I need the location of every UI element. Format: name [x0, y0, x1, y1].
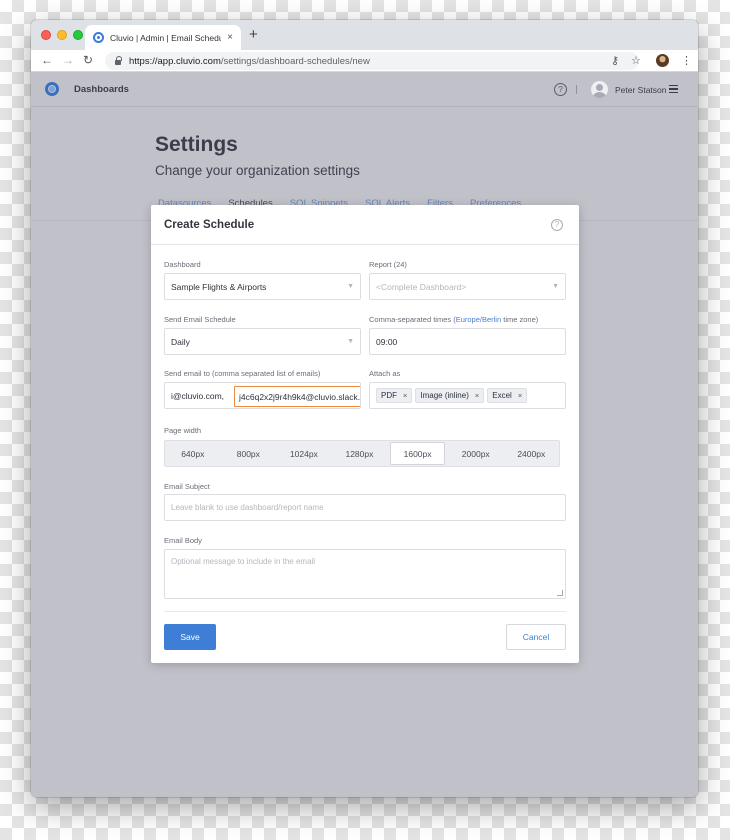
cluvio-logo-icon[interactable]: [45, 82, 59, 96]
key-icon[interactable]: ⚷: [611, 53, 619, 69]
modal-help-icon[interactable]: ?: [551, 219, 563, 231]
page-subtitle: Change your organization settings: [155, 163, 360, 178]
attach-chip-excel: Excel ×: [487, 388, 528, 403]
page-width-option-640[interactable]: 640px: [165, 441, 221, 466]
window-controls: [41, 30, 83, 40]
email-body-textarea[interactable]: Optional message to include in the email: [164, 549, 566, 599]
resize-handle-icon[interactable]: [557, 590, 563, 596]
report-label: Report (24): [369, 260, 407, 269]
user-name[interactable]: Peter Statson: [615, 85, 667, 95]
lock-icon: [115, 56, 122, 65]
remove-chip-icon[interactable]: ×: [518, 391, 522, 400]
email-body-label: Email Body: [164, 536, 202, 545]
page-width-option-1600[interactable]: 1600px: [390, 442, 445, 465]
remove-chip-icon[interactable]: ×: [475, 391, 479, 400]
email-subject-placeholder: Leave blank to use dashboard/report name: [171, 503, 324, 512]
page-width-option-1024[interactable]: 1024px: [276, 441, 332, 466]
page-width-selector: 640px 800px 1024px 1280px 1600px 2000px …: [164, 440, 560, 467]
page-width-option-2000[interactable]: 2000px: [448, 441, 504, 466]
browser-window: Cluvio | Admin | Email Schedule × + ← → …: [31, 20, 698, 797]
chevron-down-icon: ▼: [347, 338, 354, 345]
attach-chip-pdf: PDF ×: [376, 388, 413, 403]
address-bar[interactable]: https://app.cluvio.com/settings/dashboar…: [105, 52, 639, 70]
report-select-placeholder: <Complete Dashboard>: [376, 281, 467, 292]
email-recipients-input[interactable]: i@cluvio.com, j4c6q2x2j9r4h9k4@cluvio.sl…: [164, 382, 361, 409]
url-text: https://app.cluvio.com/settings/dashboar…: [129, 55, 370, 67]
modal-footer-divider: [164, 611, 566, 612]
times-label: Comma-separated times (Europe/Berlin tim…: [369, 315, 539, 324]
browser-menu-icon[interactable]: ⋮: [681, 53, 692, 69]
chevron-down-icon: ▼: [347, 283, 354, 290]
browser-tab-bar: Cluvio | Admin | Email Schedule × +: [31, 20, 698, 50]
help-icon[interactable]: ?: [554, 83, 567, 96]
star-icon[interactable]: ☆: [631, 53, 641, 69]
create-schedule-modal: Create Schedule ? Dashboard Sample Fligh…: [151, 205, 579, 663]
remove-chip-icon[interactable]: ×: [403, 391, 407, 400]
page-width-option-1280[interactable]: 1280px: [332, 441, 388, 466]
report-select[interactable]: <Complete Dashboard> ▼: [369, 273, 566, 300]
timezone-link[interactable]: Europe/Berlin: [456, 315, 501, 324]
email-recipients-label: Send email to (comma separated list of e…: [164, 369, 321, 378]
times-input-value: 09:00: [376, 336, 398, 347]
back-arrow-icon[interactable]: ←: [41, 52, 53, 68]
app-header: Dashboards ? Peter Statson: [31, 72, 698, 107]
attach-chip-image: Image (inline) ×: [415, 388, 485, 403]
email-body-placeholder: Optional message to include in the email: [171, 557, 316, 566]
chevron-down-icon: ▼: [552, 283, 559, 290]
close-window-button[interactable]: [41, 30, 51, 40]
cancel-button[interactable]: Cancel: [506, 624, 566, 650]
send-schedule-label: Send Email Schedule: [164, 315, 236, 324]
hamburger-menu-icon[interactable]: [669, 85, 678, 93]
browser-tab[interactable]: Cluvio | Admin | Email Schedule ×: [85, 25, 241, 50]
page-width-option-800[interactable]: 800px: [221, 441, 277, 466]
send-schedule-select[interactable]: Daily ▼: [164, 328, 361, 355]
maximize-window-button[interactable]: [73, 30, 83, 40]
dashboard-select[interactable]: Sample Flights & Airports ▼: [164, 273, 361, 300]
user-avatar-icon[interactable]: [591, 81, 608, 98]
save-button[interactable]: Save: [164, 624, 216, 650]
highlighted-email-address[interactable]: j4c6q2x2j9r4h9k4@cluvio.slack.com: [234, 386, 360, 407]
attach-as-input[interactable]: PDF × Image (inline) × Excel ×: [369, 382, 566, 409]
times-input[interactable]: 09:00: [369, 328, 566, 355]
new-tab-button[interactable]: +: [249, 27, 258, 42]
modal-title: Create Schedule: [164, 219, 255, 231]
browser-toolbar: ← → ↻ https://app.cluvio.com/settings/da…: [31, 50, 698, 72]
send-schedule-value: Daily: [171, 336, 190, 347]
email-subject-input[interactable]: Leave blank to use dashboard/report name: [164, 494, 566, 521]
dashboard-select-value: Sample Flights & Airports: [171, 281, 267, 292]
dashboard-label: Dashboard: [164, 260, 201, 269]
header-divider: [576, 85, 577, 94]
email-prefix-text: i@cluvio.com,: [171, 390, 225, 401]
tab-close-icon[interactable]: ×: [227, 32, 233, 43]
page-width-label: Page width: [164, 426, 202, 435]
attach-as-label: Attach as: [369, 369, 401, 378]
cluvio-favicon-icon: [93, 32, 104, 43]
tab-title: Cluvio | Admin | Email Schedule: [110, 32, 222, 43]
reload-icon[interactable]: ↻: [83, 52, 93, 68]
page-width-option-2400[interactable]: 2400px: [504, 441, 560, 466]
minimize-window-button[interactable]: [57, 30, 67, 40]
forward-arrow-icon[interactable]: →: [62, 52, 74, 68]
nav-dashboards-link[interactable]: Dashboards: [74, 84, 129, 95]
modal-header: Create Schedule ?: [151, 205, 579, 245]
browser-profile-avatar[interactable]: [656, 54, 669, 67]
page-title: Settings: [155, 133, 238, 156]
email-subject-label: Email Subject: [164, 482, 210, 491]
